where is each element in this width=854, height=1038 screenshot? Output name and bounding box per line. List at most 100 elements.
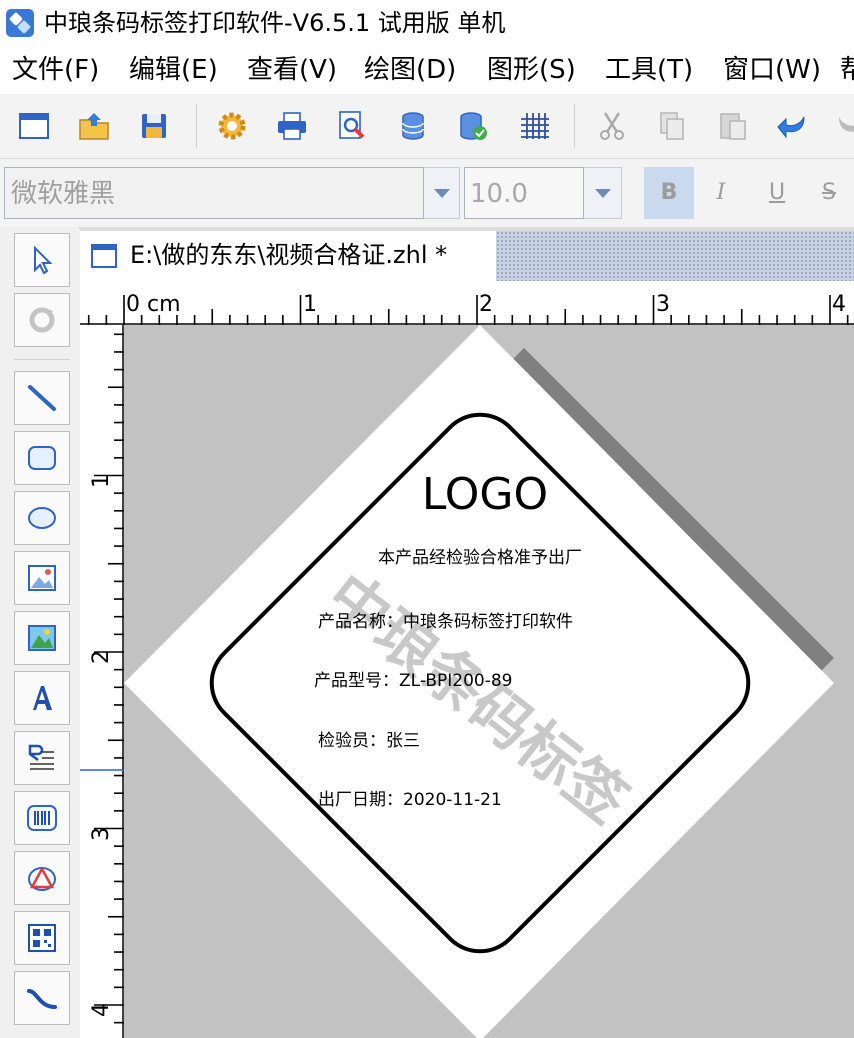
image-tool-button[interactable] xyxy=(14,551,70,605)
ruler-top-label-4: 4 xyxy=(832,292,846,317)
open-folder-icon xyxy=(79,113,109,140)
ruler-top-label-1: 1 xyxy=(303,292,317,317)
save-button[interactable] xyxy=(134,106,174,146)
font-size-select[interactable]: 10.0 xyxy=(464,167,584,219)
menu-draw[interactable]: 绘图(D) xyxy=(364,52,456,88)
redo-icon xyxy=(839,117,854,132)
database-button[interactable] xyxy=(393,106,433,146)
chevron-down-icon xyxy=(433,189,450,198)
label-product-model[interactable]: 产品型号：ZL-BPI200-89 xyxy=(314,671,513,691)
print-preview-button[interactable] xyxy=(332,106,372,146)
ruler-top-label-3: 3 xyxy=(656,292,670,317)
barcode-tool-button[interactable] xyxy=(14,791,70,845)
shape-icon xyxy=(28,866,56,891)
app-window: 中琅条码标签打印软件-V6.5.1 试用版 单机 文件(F) 编辑(E) 查看(… xyxy=(0,0,854,1038)
label-date[interactable]: 出厂日期：2020-11-21 xyxy=(318,790,502,810)
label-preview: 中琅条码标签 LOGO 本产品经检验合格准予出厂 产品名称：中琅条码标签打印软件… xyxy=(124,325,834,1038)
curve-tool-button[interactable] xyxy=(14,971,70,1025)
menu-window[interactable]: 窗口(W) xyxy=(723,52,821,88)
select-arrow-icon xyxy=(34,245,53,275)
line-tool-button[interactable] xyxy=(14,371,70,425)
horizontal-ruler[interactable]: 0 cm 1 2 3 4 xyxy=(80,281,854,325)
curve-icon xyxy=(27,989,57,1009)
rich-text-tool-button[interactable] xyxy=(14,731,70,785)
app-logo-icon xyxy=(6,9,34,37)
print-button[interactable] xyxy=(272,106,312,146)
copy-button[interactable] xyxy=(652,106,692,146)
label-canvas[interactable]: 中琅条码标签 LOGO 本产品经检验合格准予出厂 产品名称：中琅条码标签打印软件… xyxy=(124,325,854,1038)
menu-tools[interactable]: 工具(T) xyxy=(605,52,693,88)
cut-icon xyxy=(600,112,624,140)
ruler-left-label-1: 1 xyxy=(89,474,114,488)
database-settings-button[interactable] xyxy=(453,106,493,146)
menu-bar: 文件(F) 编辑(E) 查看(V) 绘图(D) 图形(S) 工具(T) 窗口(W… xyxy=(0,46,854,94)
new-document-icon xyxy=(19,113,49,139)
new-button[interactable] xyxy=(14,106,54,146)
font-name-dropdown-button[interactable] xyxy=(424,167,460,219)
ruler-left-label-3: 3 xyxy=(89,827,114,841)
underline-button[interactable]: U xyxy=(752,167,802,219)
paste-icon xyxy=(720,113,746,140)
font-size-value: 10.0 xyxy=(470,179,528,209)
paste-button[interactable] xyxy=(713,106,753,146)
font-size-dropdown-button[interactable] xyxy=(584,167,622,219)
select-tool-button[interactable] xyxy=(14,233,70,287)
print-preview-icon xyxy=(339,111,365,139)
text-tool-button[interactable] xyxy=(14,671,70,725)
document-window-icon xyxy=(91,244,117,268)
bold-button[interactable]: B xyxy=(644,167,694,219)
label-subtitle[interactable]: 本产品经检验合格准予出厂 xyxy=(378,548,582,568)
label-logo-text[interactable]: LOGO xyxy=(422,469,548,520)
toolbar-separator xyxy=(574,104,575,148)
menu-shape[interactable]: 图形(S) xyxy=(487,52,576,88)
italic-button[interactable]: I xyxy=(696,167,746,219)
open-button[interactable] xyxy=(74,106,114,146)
settings-button[interactable] xyxy=(212,106,252,146)
document-tab[interactable]: E:\做的东东\视频合格证.zhl * xyxy=(80,231,496,281)
chevron-down-icon xyxy=(594,189,611,198)
ruler-ticks xyxy=(80,295,854,325)
label-product-name[interactable]: 产品名称：中琅条码标签打印软件 xyxy=(318,612,573,632)
ruler-left-label-2: 2 xyxy=(89,650,114,664)
menu-view[interactable]: 查看(V) xyxy=(247,52,337,88)
document-tab-title: E:\做的东东\视频合格证.zhl * xyxy=(130,241,448,269)
vertical-ruler[interactable]: 1 2 3 4 xyxy=(80,325,124,1038)
rounded-rect-tool-button[interactable] xyxy=(14,431,70,485)
label-inspector[interactable]: 检验员：张三 xyxy=(318,731,420,751)
ruler-ticks xyxy=(94,325,124,1038)
image-icon xyxy=(28,565,56,591)
tool-separator xyxy=(14,359,70,360)
redo-button[interactable] xyxy=(830,106,854,146)
rounded-rect-icon xyxy=(28,446,56,470)
format-toolbar: 微软雅黑 10.0 B I U S xyxy=(0,159,854,228)
menu-file[interactable]: 文件(F) xyxy=(12,52,99,88)
rotate-tool-button[interactable] xyxy=(14,293,70,347)
database-icon xyxy=(402,112,424,140)
toolbar-separator xyxy=(196,104,197,148)
font-name-select[interactable]: 微软雅黑 xyxy=(4,167,424,219)
grid-button[interactable] xyxy=(514,106,554,146)
copy-icon xyxy=(660,112,684,140)
main-toolbar xyxy=(0,94,854,159)
save-icon xyxy=(142,114,166,138)
ruler-top-label-2: 2 xyxy=(479,292,493,317)
print-icon xyxy=(278,112,306,140)
drawing-tools-panel xyxy=(0,227,78,1038)
rich-text-icon xyxy=(28,744,54,770)
ellipse-tool-button[interactable] xyxy=(14,491,70,545)
menu-edit[interactable]: 编辑(E) xyxy=(129,52,218,88)
undo-button[interactable] xyxy=(773,106,813,146)
font-name-value: 微软雅黑 xyxy=(11,179,116,209)
strikethrough-button[interactable]: S xyxy=(804,167,854,219)
window-title: 中琅条码标签打印软件-V6.5.1 试用版 单机 xyxy=(44,9,506,37)
ellipse-icon xyxy=(28,507,56,529)
rotate-icon xyxy=(29,307,55,333)
undo-icon xyxy=(777,116,805,139)
text-icon xyxy=(33,686,52,710)
database-settings-icon xyxy=(460,112,487,140)
menu-help[interactable]: 帮 xyxy=(840,52,854,88)
qrcode-tool-button[interactable] xyxy=(14,911,70,965)
color-image-tool-button[interactable] xyxy=(14,611,70,665)
shape-tool-button[interactable] xyxy=(14,851,70,905)
cut-button[interactable] xyxy=(592,106,632,146)
